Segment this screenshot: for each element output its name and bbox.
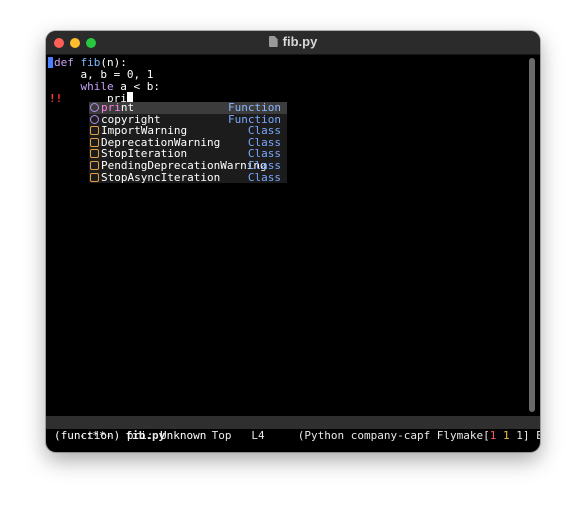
class-kind-icon <box>90 160 99 170</box>
function-kind-icon <box>90 114 99 124</box>
scrollbar[interactable] <box>528 58 537 416</box>
window-title: fib.py <box>46 34 540 49</box>
mode-line: -:**- fib.py Top L4 (Python company-capf… <box>46 416 540 442</box>
completion-rest: StopAsyncIteration <box>101 170 221 184</box>
class-kind-icon <box>90 149 99 159</box>
completion-annotation: Class <box>247 170 281 184</box>
class-kind-icon <box>90 126 99 136</box>
window-title-text: fib.py <box>282 34 318 49</box>
class-kind-icon <box>90 172 99 182</box>
scrollbar-thumb[interactable] <box>529 58 535 412</box>
minibuffer-eldoc: (function) pri: Unknown <box>54 429 207 442</box>
title-bar: fib.py <box>46 31 540 55</box>
completion-annotation: Function <box>228 101 281 114</box>
completion-annotation: Class <box>247 158 281 172</box>
class-kind-icon <box>90 137 99 147</box>
function-kind-icon <box>90 103 99 112</box>
fringe-cursor-marker <box>48 57 53 68</box>
emacs-window: fib.py def fib(n): a, b = 0, 1 while a <… <box>46 31 540 452</box>
completion-candidate: StopAsyncIteration <box>101 170 221 184</box>
document-icon <box>268 36 278 47</box>
completion-item[interactable]: StopAsyncIteration Class <box>89 170 287 184</box>
completion-popup: print Function copyright Function ImportWarn… <box>89 101 287 184</box>
